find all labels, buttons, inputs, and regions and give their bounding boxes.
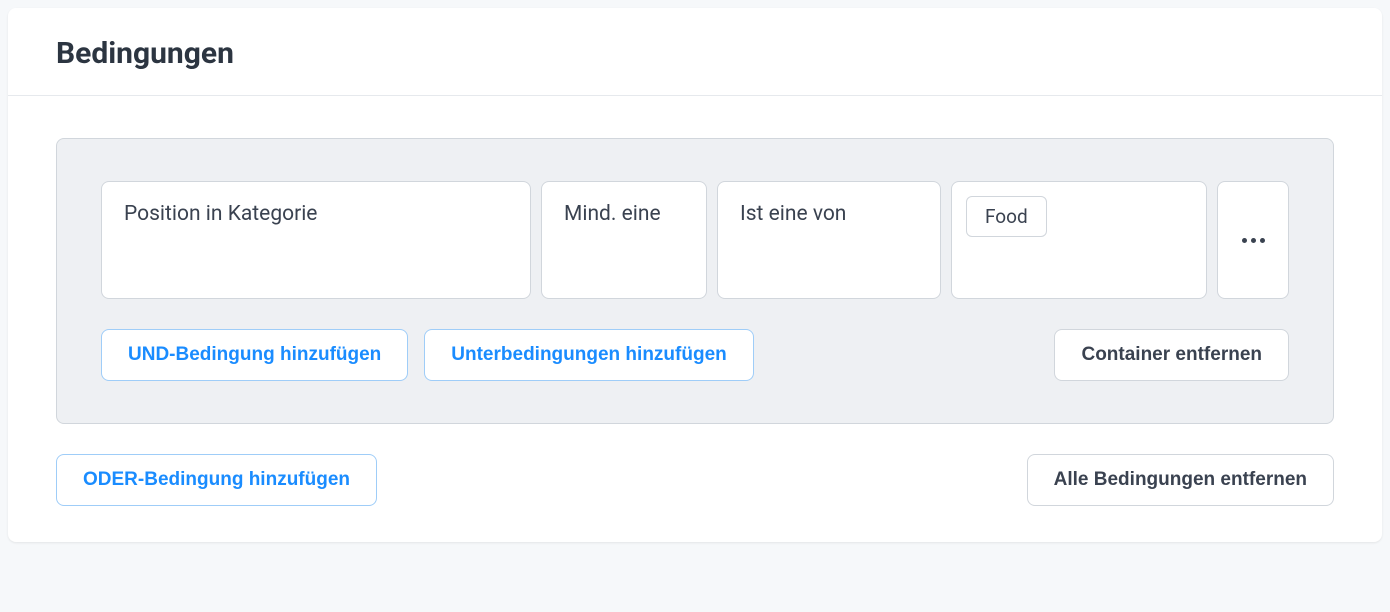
remove-all-label: Alle Bedingungen entfernen bbox=[1054, 469, 1307, 491]
quantifier-select-value: Mind. eine bbox=[564, 202, 661, 226]
conditions-card: Bedingungen Position in Kategorie Mind. … bbox=[8, 8, 1382, 542]
add-and-condition-button[interactable]: UND-Bedingung hinzufügen bbox=[101, 329, 408, 381]
remove-container-label: Container entfernen bbox=[1081, 344, 1262, 366]
add-sub-condition-button[interactable]: Unterbedingungen hinzufügen bbox=[424, 329, 753, 381]
card-header: Bedingungen bbox=[8, 8, 1382, 96]
value-tag-label: Food bbox=[985, 205, 1028, 228]
remove-all-conditions-button[interactable]: Alle Bedingungen entfernen bbox=[1027, 454, 1334, 506]
add-and-label: UND-Bedingung hinzufügen bbox=[128, 344, 381, 366]
add-or-label: ODER-Bedingung hinzufügen bbox=[83, 469, 350, 491]
values-input[interactable]: Food bbox=[951, 181, 1207, 299]
operator-select[interactable]: Ist eine von bbox=[717, 181, 941, 299]
category-select-value: Position in Kategorie bbox=[124, 202, 317, 226]
remove-container-button[interactable]: Container entfernen bbox=[1054, 329, 1289, 381]
card-title: Bedingungen bbox=[56, 36, 1334, 71]
add-sub-label: Unterbedingungen hinzufügen bbox=[451, 344, 726, 366]
quantifier-select[interactable]: Mind. eine bbox=[541, 181, 707, 299]
condition-container: Position in Kategorie Mind. eine Ist ein… bbox=[56, 138, 1334, 424]
container-actions: UND-Bedingung hinzufügen Unterbedingunge… bbox=[101, 329, 1289, 381]
bottom-actions: ODER-Bedingung hinzufügen Alle Bedingung… bbox=[56, 454, 1334, 506]
category-select[interactable]: Position in Kategorie bbox=[101, 181, 531, 299]
add-or-condition-button[interactable]: ODER-Bedingung hinzufügen bbox=[56, 454, 377, 506]
card-body: Position in Kategorie Mind. eine Ist ein… bbox=[8, 96, 1382, 542]
value-tag[interactable]: Food bbox=[966, 196, 1047, 237]
condition-row: Position in Kategorie Mind. eine Ist ein… bbox=[101, 181, 1289, 299]
operator-select-value: Ist eine von bbox=[740, 202, 846, 226]
ellipsis-icon bbox=[1242, 238, 1265, 243]
more-actions-button[interactable] bbox=[1217, 181, 1289, 299]
